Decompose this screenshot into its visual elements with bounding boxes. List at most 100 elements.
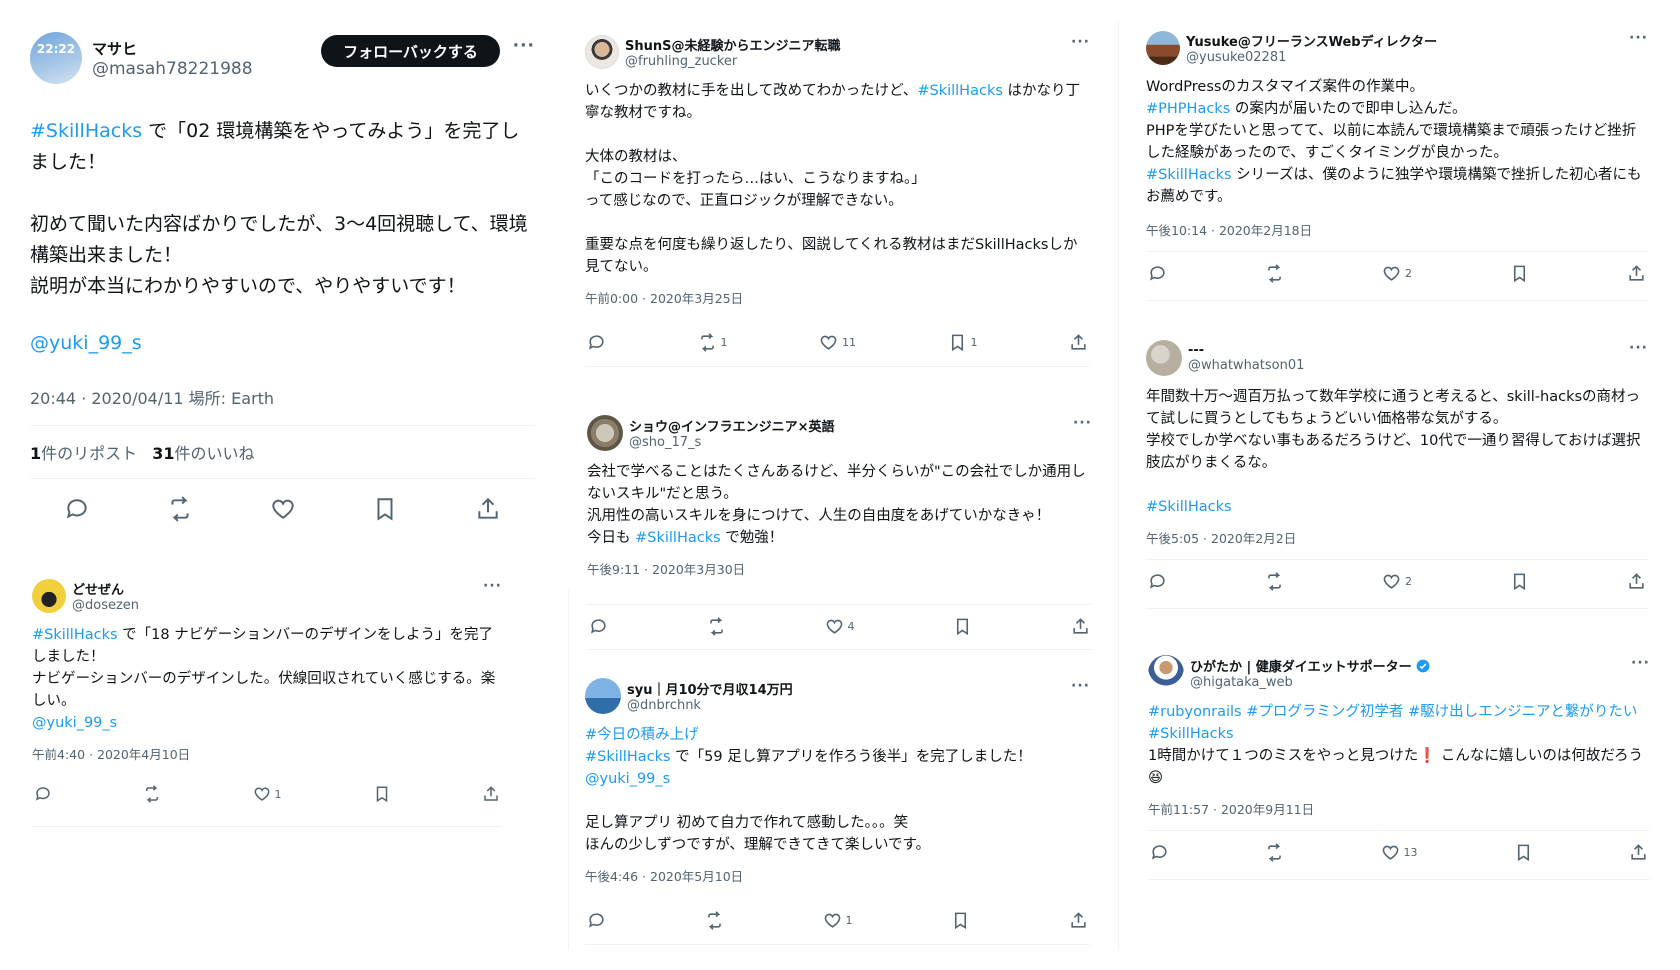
hashtag-link[interactable]: #SkillHacks <box>635 530 721 546</box>
tweet-timestamp[interactable]: 午後10:14 · 2020年2月18日 <box>1146 220 1648 239</box>
more-options-icon[interactable]: ··· <box>1629 340 1648 356</box>
user-handle[interactable]: @dnbrchnk <box>627 698 793 713</box>
avatar[interactable] <box>585 35 619 69</box>
tweet-timestamp[interactable]: 午前0:00 · 2020年3月25日 <box>585 288 1090 307</box>
reply-button[interactable] <box>1148 572 1167 591</box>
share-button[interactable] <box>1069 333 1088 352</box>
more-options-icon[interactable]: ··· <box>1071 34 1090 50</box>
avatar[interactable] <box>1146 340 1182 376</box>
retweet-button[interactable] <box>1265 264 1284 283</box>
more-options-icon[interactable]: ··· <box>1629 30 1648 46</box>
display-name[interactable]: Yusuke@フリーランスWebディレクター <box>1186 31 1437 50</box>
display-name[interactable]: どせぜん <box>72 579 139 598</box>
bookmark-button[interactable] <box>1514 843 1533 862</box>
hashtag-link[interactable]: #今日の積み上げ <box>585 727 699 743</box>
like-button[interactable]: 4 <box>825 617 855 636</box>
user-handle[interactable]: @higataka_web <box>1190 675 1430 690</box>
follow-back-button[interactable]: フォローバックする <box>321 35 500 67</box>
retweet-button[interactable] <box>705 911 724 930</box>
tweet-timestamp[interactable]: 午前11:57 · 2020年9月11日 <box>1148 799 1650 818</box>
avatar[interactable] <box>32 579 66 613</box>
hashtag-list[interactable]: #rubyonrails #プログラミング初学者 #駆け出しエンジニアと繋がりた… <box>1148 704 1637 720</box>
bookmark-button[interactable] <box>372 496 398 522</box>
more-options-icon[interactable]: ··· <box>483 578 502 594</box>
share-button[interactable] <box>1071 617 1090 636</box>
mention-link[interactable]: @yuki_99_s <box>30 332 142 354</box>
display-name[interactable]: --- <box>1188 343 1304 358</box>
like-button[interactable]: 1 <box>253 785 282 803</box>
like-button[interactable] <box>270 496 296 522</box>
display-name[interactable]: ショウ@インフラエンジニア×英語 <box>629 416 835 435</box>
user-handle[interactable]: @sho_17_s <box>629 435 835 450</box>
hashtag-link[interactable]: #SkillHacks <box>917 83 1003 99</box>
avatar[interactable] <box>1146 31 1180 65</box>
hashtag-link[interactable]: #SkillHacks <box>1148 726 1234 742</box>
share-button[interactable] <box>482 785 500 803</box>
avatar[interactable] <box>585 678 621 714</box>
more-options-icon[interactable]: ··· <box>513 36 535 56</box>
reply-button[interactable] <box>587 333 606 352</box>
avatar[interactable] <box>1148 655 1184 691</box>
more-options-icon[interactable]: ··· <box>1071 678 1090 694</box>
display-name[interactable]: syu｜月10分で月収14万円 <box>627 679 793 698</box>
bookmark-button[interactable]: 1 <box>948 333 978 352</box>
hashtag-link[interactable]: #SkillHacks <box>30 120 142 142</box>
like-label[interactable]: 件のいいね <box>175 444 255 463</box>
bookmark-button[interactable] <box>951 911 970 930</box>
retweet-button[interactable] <box>1265 572 1284 591</box>
display-name[interactable]: ShunS@未経験からエンジニア転職 <box>625 35 841 54</box>
like-button[interactable]: 11 <box>819 333 856 352</box>
share-button[interactable] <box>475 496 501 522</box>
bookmark-button[interactable] <box>953 617 972 636</box>
user-handle[interactable]: @yusuke02281 <box>1186 50 1437 65</box>
more-options-icon[interactable]: ··· <box>1631 655 1650 671</box>
user-handle[interactable]: @fruhling_zucker <box>625 54 841 69</box>
retweet-button[interactable] <box>167 496 193 522</box>
retweet-button[interactable] <box>143 785 161 803</box>
hashtag-link[interactable]: #SkillHacks <box>1146 499 1232 515</box>
repost-label[interactable]: 件のリポスト <box>41 444 137 463</box>
like-button[interactable]: 13 <box>1381 843 1418 862</box>
like-count[interactable]: 31 <box>152 444 174 463</box>
display-name[interactable]: マサヒ <box>92 38 253 59</box>
user-handle[interactable]: @masah78221988 <box>92 59 253 79</box>
mention-link[interactable]: @yuki_99_s <box>32 715 117 731</box>
more-options-icon[interactable]: ··· <box>1073 415 1092 431</box>
user-handle[interactable]: @dosezen <box>72 598 139 613</box>
reply-button[interactable] <box>34 785 52 803</box>
tweet-timestamp[interactable]: 午後4:46 · 2020年5月10日 <box>585 866 1090 885</box>
display-name[interactable]: ひがたか | 健康ダイエットサポーター <box>1190 656 1430 675</box>
hashtag-link[interactable]: #SkillHacks <box>1146 167 1232 183</box>
hashtag-link[interactable]: #SkillHacks <box>32 627 118 643</box>
hashtag-link[interactable]: #SkillHacks <box>585 749 671 765</box>
like-button[interactable]: 2 <box>1382 572 1412 591</box>
hashtag-link[interactable]: #PHPHacks <box>1146 101 1230 117</box>
bookmark-button[interactable] <box>1510 572 1529 591</box>
repost-count[interactable]: 1 <box>30 444 41 463</box>
tweet-timestamp[interactable]: 午前4:40 · 2020年4月10日 <box>32 744 502 763</box>
tweet-text-cont: で勉強！ <box>720 530 784 546</box>
tweet-timestamp[interactable]: 20:44 · 2020/04/11 場所: Earth <box>30 385 535 426</box>
reply-button[interactable] <box>64 496 90 522</box>
reply-button[interactable] <box>589 617 608 636</box>
share-button[interactable] <box>1627 572 1646 591</box>
share-button[interactable] <box>1629 843 1648 862</box>
reply-button[interactable] <box>1150 843 1169 862</box>
retweet-button[interactable] <box>707 617 726 636</box>
bookmark-button[interactable] <box>1510 264 1529 283</box>
share-button[interactable] <box>1069 911 1088 930</box>
like-button[interactable]: 1 <box>823 911 853 930</box>
reply-button[interactable] <box>1148 264 1167 283</box>
like-button[interactable]: 2 <box>1382 264 1412 283</box>
mention-link[interactable]: @yuki_99_s <box>585 771 670 787</box>
reply-button[interactable] <box>587 911 606 930</box>
tweet-timestamp[interactable]: 午後5:05 · 2020年2月2日 <box>1146 528 1648 547</box>
user-handle[interactable]: @whatwhatson01 <box>1188 358 1304 373</box>
retweet-button[interactable] <box>1265 843 1284 862</box>
bookmark-button[interactable] <box>373 785 391 803</box>
tweet-timestamp[interactable]: 午後9:11 · 2020年3月30日 <box>587 559 1092 578</box>
avatar[interactable]: 22:22 <box>30 32 82 84</box>
share-button[interactable] <box>1627 264 1646 283</box>
retweet-button[interactable]: 1 <box>698 333 728 352</box>
avatar[interactable] <box>587 415 623 451</box>
